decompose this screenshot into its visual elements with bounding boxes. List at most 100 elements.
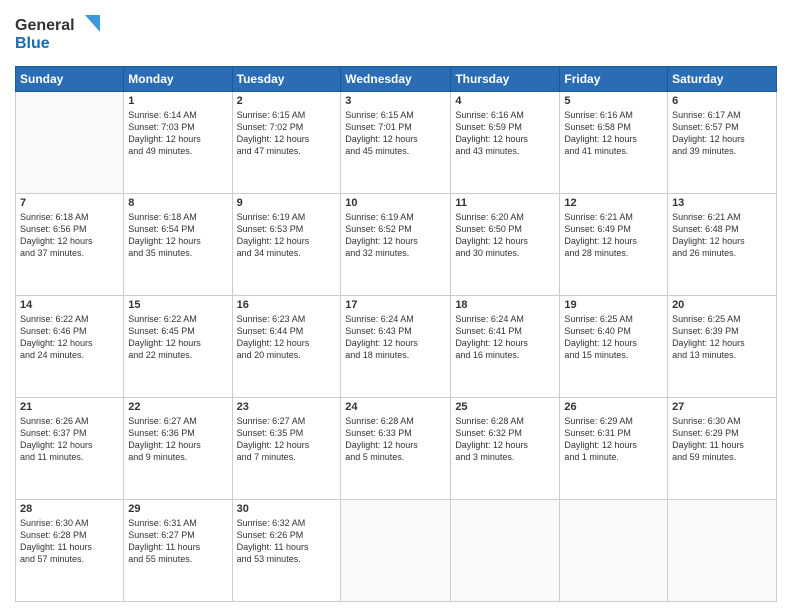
calendar-cell: 13 Sunrise: 6:21 AM Sunset: 6:48 PM Dayli… [668, 194, 777, 296]
calendar-cell: 21 Sunrise: 6:26 AM Sunset: 6:37 PM Dayli… [16, 398, 124, 500]
day-number: 2 [237, 95, 337, 107]
calendar-cell: 27Sunrise: 6:30 AM Sunset: 6:29 PM Dayli… [668, 398, 777, 500]
day-number: 12 [564, 197, 663, 209]
logo-svg: General Blue [15, 10, 105, 55]
day-info: Sunrise: 6:28 AM Sunset: 6:32 PM Dayligh… [455, 415, 555, 464]
calendar-cell: 28 Sunrise: 6:30 AM Sunset: 6:28 PM Dayli… [16, 500, 124, 602]
day-number: 27 [672, 401, 772, 413]
calendar-cell: 19Sunrise: 6:25 AM Sunset: 6:40 PM Dayli… [560, 296, 668, 398]
calendar-cell [341, 500, 451, 602]
calendar-cell: 16 Sunrise: 6:23 AM Sunset: 6:44 PM Dayli… [232, 296, 341, 398]
day-number: 4 [455, 95, 555, 107]
calendar-cell: 7 Sunrise: 6:18 AM Sunset: 6:56 PM Daylig… [16, 194, 124, 296]
day-info: Sunrise: 6:29 AM Sunset: 6:31 PM Dayligh… [564, 415, 663, 464]
day-number: 21 [20, 401, 119, 413]
calendar-cell: 4 Sunrise: 6:16 AM Sunset: 6:59 PM Daylig… [451, 92, 560, 194]
day-info: Sunrise: 6:30 AM Sunset: 6:28 PM Dayligh… [20, 517, 119, 566]
calendar-cell: 30 Sunrise: 6:32 AM Sunset: 6:26 PM Dayli… [232, 500, 341, 602]
header: General Blue [15, 10, 777, 60]
calendar-table: SundayMondayTuesdayWednesdayThursdayFrid… [15, 66, 777, 602]
day-info: Sunrise: 6:27 AM Sunset: 6:35 PM Dayligh… [237, 415, 337, 464]
day-number: 30 [237, 503, 337, 515]
calendar-cell [668, 500, 777, 602]
day-number: 16 [237, 299, 337, 311]
calendar-cell: 14 Sunrise: 6:22 AM Sunset: 6:46 PM Dayli… [16, 296, 124, 398]
calendar-week-2: 7 Sunrise: 6:18 AM Sunset: 6:56 PM Daylig… [16, 194, 777, 296]
calendar-header-row: SundayMondayTuesdayWednesdayThursdayFrid… [16, 67, 777, 92]
day-number: 11 [455, 197, 555, 209]
day-number: 28 [20, 503, 119, 515]
day-info: Sunrise: 6:24 AM Sunset: 6:41 PM Dayligh… [455, 313, 555, 362]
calendar-cell: 20 Sunrise: 6:25 AM Sunset: 6:39 PM Dayli… [668, 296, 777, 398]
day-number: 29 [128, 503, 227, 515]
calendar-cell [16, 92, 124, 194]
day-number: 1 [128, 95, 227, 107]
day-info: Sunrise: 6:31 AM Sunset: 6:27 PM Dayligh… [128, 517, 227, 566]
day-info: Sunrise: 6:26 AM Sunset: 6:37 PM Dayligh… [20, 415, 119, 464]
day-number: 18 [455, 299, 555, 311]
calendar-cell: 11Sunrise: 6:20 AM Sunset: 6:50 PM Dayli… [451, 194, 560, 296]
calendar-cell: 5 Sunrise: 6:16 AM Sunset: 6:58 PM Daylig… [560, 92, 668, 194]
calendar-cell: 10Sunrise: 6:19 AM Sunset: 6:52 PM Dayli… [341, 194, 451, 296]
col-header-sunday: Sunday [16, 67, 124, 92]
calendar-cell: 24 Sunrise: 6:28 AM Sunset: 6:33 PM Dayli… [341, 398, 451, 500]
day-info: Sunrise: 6:23 AM Sunset: 6:44 PM Dayligh… [237, 313, 337, 362]
calendar-cell: 3Sunrise: 6:15 AM Sunset: 7:01 PM Daylig… [341, 92, 451, 194]
calendar-cell: 23 Sunrise: 6:27 AM Sunset: 6:35 PM Dayli… [232, 398, 341, 500]
day-number: 19 [564, 299, 663, 311]
calendar-cell: 9Sunrise: 6:19 AM Sunset: 6:53 PM Daylig… [232, 194, 341, 296]
day-number: 14 [20, 299, 119, 311]
day-number: 5 [564, 95, 663, 107]
calendar-cell: 15 Sunrise: 6:22 AM Sunset: 6:45 PM Dayli… [124, 296, 232, 398]
day-info: Sunrise: 6:24 AM Sunset: 6:43 PM Dayligh… [345, 313, 446, 362]
day-info: Sunrise: 6:15 AM Sunset: 7:01 PM Dayligh… [345, 109, 446, 158]
day-number: 15 [128, 299, 227, 311]
calendar-cell: 17 Sunrise: 6:24 AM Sunset: 6:43 PM Dayli… [341, 296, 451, 398]
calendar-cell: 6Sunrise: 6:17 AM Sunset: 6:57 PM Daylig… [668, 92, 777, 194]
svg-text:General: General [15, 17, 75, 34]
day-number: 24 [345, 401, 446, 413]
calendar-week-4: 21 Sunrise: 6:26 AM Sunset: 6:37 PM Dayli… [16, 398, 777, 500]
col-header-wednesday: Wednesday [341, 67, 451, 92]
day-info: Sunrise: 6:18 AM Sunset: 6:56 PM Dayligh… [20, 211, 119, 260]
day-info: Sunrise: 6:18 AM Sunset: 6:54 PM Dayligh… [128, 211, 227, 260]
calendar-cell [560, 500, 668, 602]
day-number: 10 [345, 197, 446, 209]
day-info: Sunrise: 6:25 AM Sunset: 6:39 PM Dayligh… [672, 313, 772, 362]
day-info: Sunrise: 6:21 AM Sunset: 6:48 PM Dayligh… [672, 211, 772, 260]
day-number: 23 [237, 401, 337, 413]
day-info: Sunrise: 6:32 AM Sunset: 6:26 PM Dayligh… [237, 517, 337, 566]
calendar-cell: 2 Sunrise: 6:15 AM Sunset: 7:02 PM Daylig… [232, 92, 341, 194]
col-header-saturday: Saturday [668, 67, 777, 92]
day-info: Sunrise: 6:21 AM Sunset: 6:49 PM Dayligh… [564, 211, 663, 260]
day-number: 9 [237, 197, 337, 209]
calendar-cell: 25 Sunrise: 6:28 AM Sunset: 6:32 PM Dayli… [451, 398, 560, 500]
day-info: Sunrise: 6:22 AM Sunset: 6:45 PM Dayligh… [128, 313, 227, 362]
day-info: Sunrise: 6:16 AM Sunset: 6:59 PM Dayligh… [455, 109, 555, 158]
day-number: 25 [455, 401, 555, 413]
col-header-friday: Friday [560, 67, 668, 92]
col-header-monday: Monday [124, 67, 232, 92]
calendar-cell: 8 Sunrise: 6:18 AM Sunset: 6:54 PM Daylig… [124, 194, 232, 296]
day-info: Sunrise: 6:28 AM Sunset: 6:33 PM Dayligh… [345, 415, 446, 464]
calendar-cell: 12 Sunrise: 6:21 AM Sunset: 6:49 PM Dayli… [560, 194, 668, 296]
svg-text:Blue: Blue [15, 35, 50, 52]
day-number: 13 [672, 197, 772, 209]
calendar-week-3: 14 Sunrise: 6:22 AM Sunset: 6:46 PM Dayli… [16, 296, 777, 398]
col-header-thursday: Thursday [451, 67, 560, 92]
calendar-week-1: 1Sunrise: 6:14 AM Sunset: 7:03 PM Daylig… [16, 92, 777, 194]
day-info: Sunrise: 6:16 AM Sunset: 6:58 PM Dayligh… [564, 109, 663, 158]
logo: General Blue [15, 10, 105, 60]
calendar-cell: 18 Sunrise: 6:24 AM Sunset: 6:41 PM Dayli… [451, 296, 560, 398]
page: General Blue SundayMondayTuesdayWednesda… [0, 0, 792, 612]
day-number: 8 [128, 197, 227, 209]
calendar-week-5: 28 Sunrise: 6:30 AM Sunset: 6:28 PM Dayli… [16, 500, 777, 602]
day-number: 17 [345, 299, 446, 311]
day-number: 26 [564, 401, 663, 413]
day-info: Sunrise: 6:22 AM Sunset: 6:46 PM Dayligh… [20, 313, 119, 362]
day-number: 20 [672, 299, 772, 311]
day-number: 7 [20, 197, 119, 209]
day-info: Sunrise: 6:17 AM Sunset: 6:57 PM Dayligh… [672, 109, 772, 158]
calendar-cell: 26 Sunrise: 6:29 AM Sunset: 6:31 PM Dayli… [560, 398, 668, 500]
day-info: Sunrise: 6:15 AM Sunset: 7:02 PM Dayligh… [237, 109, 337, 158]
